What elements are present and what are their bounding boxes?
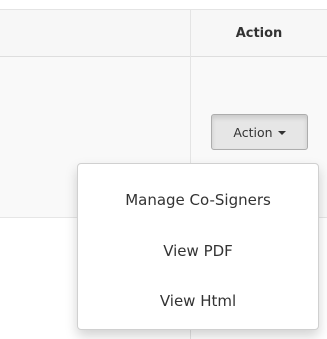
- action-dropdown-button[interactable]: Action: [211, 114, 308, 150]
- column-header-action-label: Action: [235, 25, 283, 41]
- action-button-label: Action: [233, 124, 273, 140]
- page: Action Action Manage Co-Signers View PDF…: [0, 0, 327, 339]
- menu-item-manage-co-signers[interactable]: Manage Co-Signers: [78, 172, 318, 226]
- action-dropdown-menu: Manage Co-Signers View PDF View Html: [77, 163, 319, 330]
- caret-down-icon: [277, 130, 286, 135]
- menu-item-view-html[interactable]: View Html: [78, 276, 318, 326]
- column-header-action: Action: [191, 9, 327, 57]
- menu-item-view-pdf[interactable]: View PDF: [78, 226, 318, 276]
